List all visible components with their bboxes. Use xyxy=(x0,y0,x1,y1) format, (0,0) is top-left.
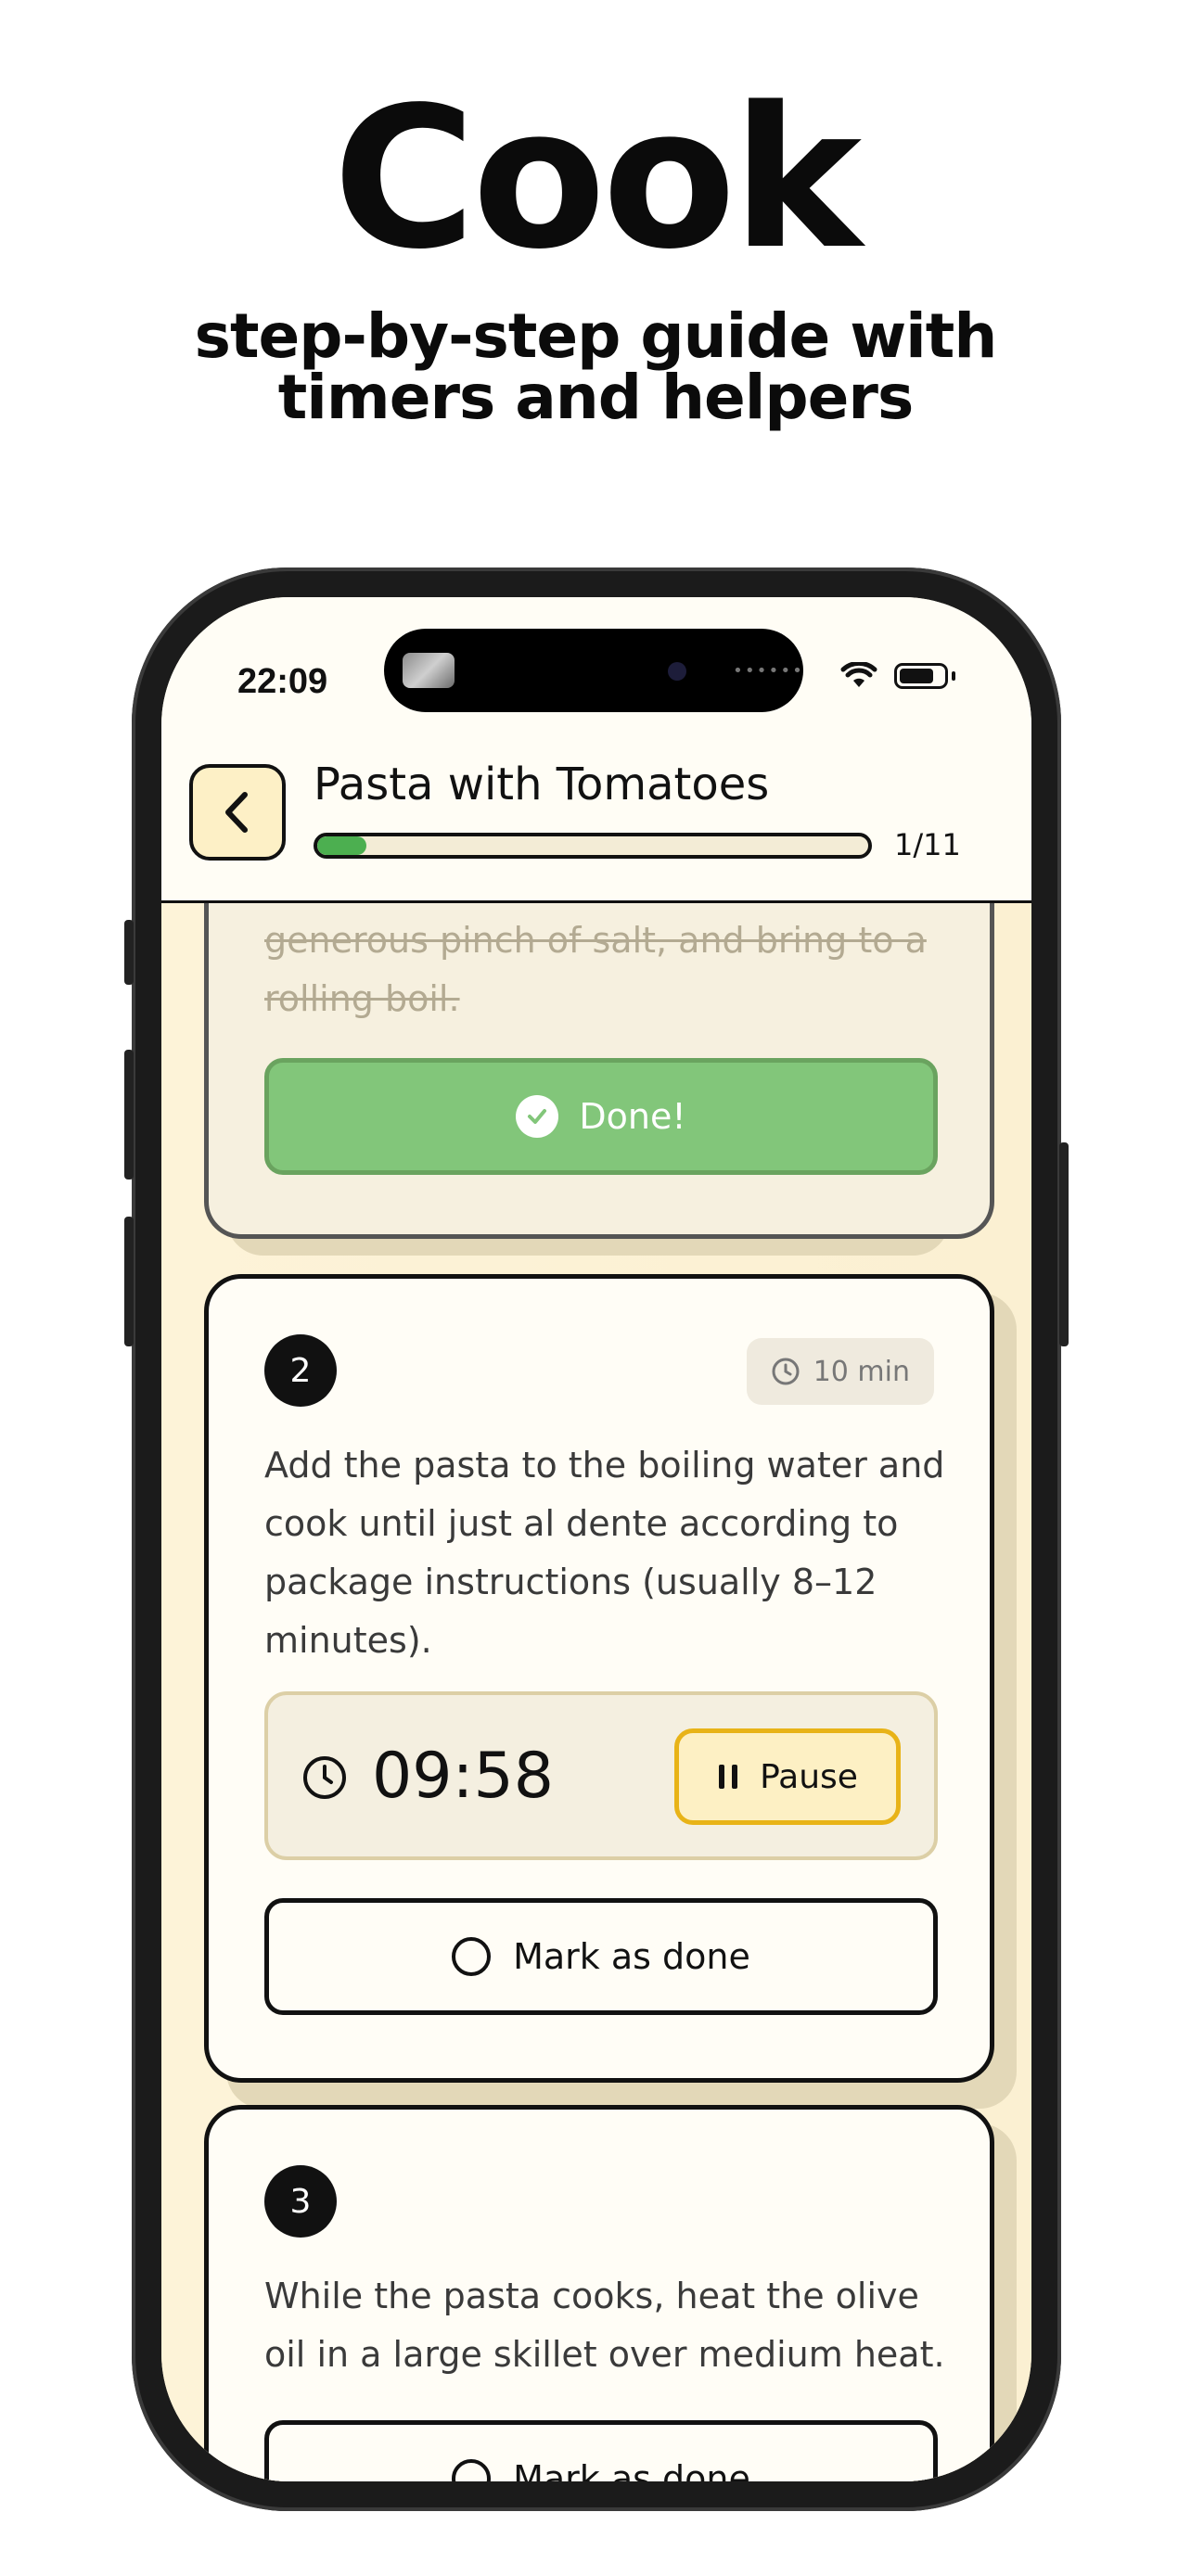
camera-icon xyxy=(668,662,686,681)
done-label: Done! xyxy=(579,1096,686,1137)
chevron-left-icon xyxy=(225,792,248,833)
step-progress-label: 1/11 xyxy=(894,827,961,862)
step-card-1: generous pinch of salt, and bring to a r… xyxy=(204,903,994,1239)
step-2-text-line-3: package instructions (usually 8–12 xyxy=(264,1562,877,1602)
duration-label: 10 min xyxy=(813,1355,910,1388)
pause-icon xyxy=(719,1765,738,1789)
clock-icon xyxy=(772,1358,800,1385)
phone-frame: 22:09 •••••• Pasta with Tomatoes 1/11 ge… xyxy=(124,567,1069,2511)
timer-panel: 09:58 Pause xyxy=(264,1691,938,1860)
step-1-text-line-2: rolling boil. xyxy=(264,978,460,1019)
duration-badge: 10 min xyxy=(746,1338,934,1405)
power-button xyxy=(1059,1142,1069,1346)
empty-circle-icon xyxy=(452,1937,492,1976)
step-card-2: 2 10 min Add the pasta to the boiling wa… xyxy=(204,1274,994,2083)
empty-circle-icon xyxy=(452,2459,492,2481)
mark-as-done-button[interactable]: Mark as done xyxy=(264,1898,938,2015)
step-1-text: generous pinch of salt, and bring to a r… xyxy=(264,912,951,1028)
done-button[interactable]: Done! xyxy=(264,1058,938,1175)
step-3-text: While the pasta cooks, heat the olive oi… xyxy=(264,2267,969,2384)
battery-icon xyxy=(894,663,948,689)
pause-button[interactable]: Pause xyxy=(674,1728,901,1825)
back-button[interactable] xyxy=(189,764,286,861)
timer-countdown: 09:58 xyxy=(372,1740,554,1813)
mark-as-done-button[interactable]: Mark as done xyxy=(264,2420,938,2481)
volume-down-button xyxy=(124,1217,134,1346)
step-2-text: Add the pasta to the boiling water and c… xyxy=(264,1436,951,1670)
recipe-title: Pasta with Tomatoes xyxy=(314,759,770,810)
status-icons xyxy=(840,662,955,690)
status-time: 22:09 xyxy=(237,662,328,701)
mark-as-done-label: Mark as done xyxy=(513,2458,750,2481)
dynamic-island: •••••• xyxy=(384,629,803,712)
step-progress-bar xyxy=(314,833,872,859)
step-number-badge: 2 xyxy=(264,1334,337,1407)
hero-title: Cook xyxy=(332,65,862,292)
step-1-text-line-1: generous pinch of salt, and bring to a xyxy=(264,920,927,961)
phone-screen: 22:09 •••••• Pasta with Tomatoes 1/11 ge… xyxy=(161,597,1031,2481)
wifi-icon xyxy=(840,662,877,687)
waveform-icon: •••••• xyxy=(733,661,805,681)
step-3-text-line-2: oil in a large skillet over medium heat. xyxy=(264,2334,945,2375)
step-2-text-line-4: minutes). xyxy=(264,1620,432,1661)
mark-as-done-label: Mark as done xyxy=(513,1936,750,1977)
step-number-badge: 3 xyxy=(264,2165,337,2238)
check-circle-icon xyxy=(516,1095,559,1138)
pause-label: Pause xyxy=(760,1757,858,1796)
steps-list[interactable]: generous pinch of salt, and bring to a r… xyxy=(161,903,1031,2481)
app-header: 22:09 •••••• Pasta with Tomatoes 1/11 xyxy=(161,597,1031,905)
step-2-text-line-1: Add the pasta to the boiling water and xyxy=(264,1445,945,1486)
battery-cap xyxy=(952,671,955,681)
hero-subtitle-line-2: timers and helpers xyxy=(277,362,914,433)
step-2-text-line-2: cook until just al dente according to xyxy=(264,1503,899,1544)
clock-icon xyxy=(303,1756,346,1799)
step-card-3: 3 While the pasta cooks, heat the olive … xyxy=(204,2105,994,2481)
screenshot-page: Cook step-by-step guide with timers and … xyxy=(0,0,1191,2576)
step-3-text-line-1: While the pasta cooks, heat the olive xyxy=(264,2276,919,2316)
hero-subtitle: step-by-step guide with timers and helpe… xyxy=(0,306,1191,428)
silent-switch xyxy=(124,920,134,985)
volume-up-button xyxy=(124,1050,134,1180)
step-progress-fill xyxy=(317,836,367,855)
hero-subtitle-line-1: step-by-step guide with xyxy=(194,300,998,372)
now-playing-thumbnail xyxy=(403,653,455,688)
